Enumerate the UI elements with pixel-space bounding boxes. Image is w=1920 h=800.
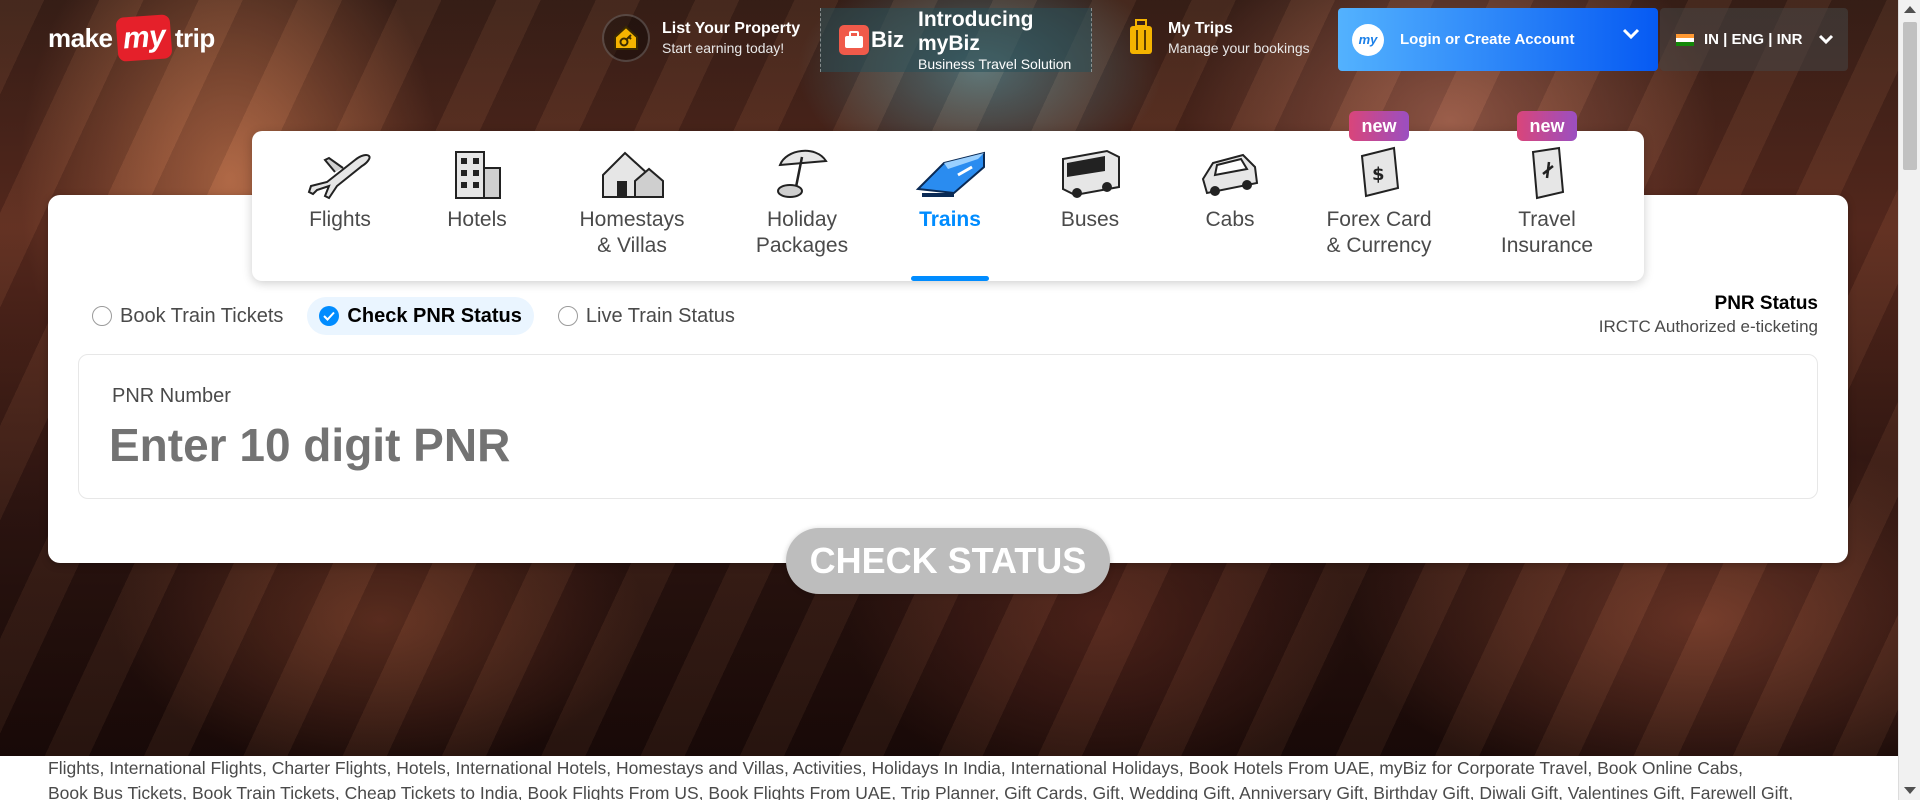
- radio-book-train-tickets[interactable]: Book Train Tickets: [80, 297, 295, 335]
- nav-label-cabs: Cabs: [1205, 208, 1255, 231]
- pnr-info-title: PNR Status: [1714, 293, 1818, 314]
- mybiz-badge-text: Biz: [871, 27, 904, 52]
- nav-label-trains: Trains: [919, 208, 981, 231]
- insurance-icon: [1525, 141, 1569, 205]
- radio-unchecked-icon: [92, 306, 112, 326]
- mybiz-link[interactable]: Biz Introducing myBiz Business Travel So…: [820, 8, 1092, 72]
- my-trips-link[interactable]: My Trips Manage your bookings: [1126, 10, 1310, 66]
- train-icon: [914, 141, 986, 205]
- nav-item-homestays[interactable]: Homestays & Villas: [557, 131, 707, 281]
- logo-text-my: my: [115, 14, 173, 62]
- pnr-input-box[interactable]: PNR Number: [78, 354, 1818, 499]
- footer-links: Flights, International Flights, Charter …: [0, 756, 1898, 800]
- nav-label-forex: Forex Card & Currency: [1326, 208, 1432, 257]
- airplane-icon: [307, 141, 373, 205]
- list-property-link[interactable]: List Your Property Start earning today!: [602, 10, 800, 66]
- nav-label-hotels: Hotels: [447, 208, 507, 231]
- radio-check-pnr-status[interactable]: Check PNR Status: [307, 297, 534, 335]
- building-icon: [450, 141, 504, 205]
- radio-label-book: Book Train Tickets: [120, 304, 284, 327]
- nav-label-buses: Buses: [1060, 208, 1120, 231]
- briefcase-icon: [839, 25, 869, 55]
- nav-item-hotels[interactable]: Hotels: [417, 131, 537, 281]
- locale-selector[interactable]: IN | ENG | INR: [1660, 8, 1848, 71]
- scroll-up-arrow-icon[interactable]: [1904, 6, 1916, 13]
- product-nav: Flights Hotels Homestays & Villas Holida…: [252, 111, 1644, 281]
- locale-label: IN | ENG | INR: [1704, 31, 1803, 48]
- my-trips-title: My Trips: [1168, 20, 1233, 37]
- train-option-group: Book Train Tickets Check PNR Status Live…: [80, 296, 747, 336]
- pnr-info-subtitle: IRCTC Authorized e-ticketing: [1598, 317, 1818, 336]
- key-house-icon: [602, 14, 650, 62]
- pnr-field-label: PNR Number: [112, 385, 231, 407]
- bus-icon: [1057, 141, 1123, 205]
- suitcase-icon: [1126, 14, 1156, 62]
- nav-label-homestays: Homestays & Villas: [579, 208, 685, 257]
- login-label: Login or Create Account: [1400, 31, 1575, 48]
- radio-unchecked-icon: [557, 306, 578, 326]
- mybiz-subtitle: Business Travel Solution: [918, 56, 1072, 72]
- mmt-avatar-icon: my: [1352, 23, 1384, 56]
- page-scrollbar[interactable]: [1898, 0, 1920, 800]
- scrollbar-thumb[interactable]: [1903, 22, 1917, 170]
- india-flag-icon: [1676, 33, 1694, 46]
- radio-live-train-status[interactable]: Live Train Status: [546, 297, 747, 335]
- makemytrip-logo[interactable]: make my trip: [48, 12, 215, 64]
- footer-links-line-2[interactable]: Book Bus Tickets, Book Train Tickets, Ch…: [48, 781, 1868, 800]
- mybiz-logo: Biz: [839, 25, 904, 55]
- svg-text:$: $: [1372, 164, 1385, 185]
- nav-label-holiday-packages: Holiday Packages: [755, 208, 849, 257]
- radio-label-live: Live Train Status: [585, 304, 735, 327]
- scroll-down-arrow-icon[interactable]: [1904, 787, 1916, 794]
- pnr-info: PNR Status IRCTC Authorized e-ticketing: [1599, 292, 1818, 338]
- radio-label-pnr: Check PNR Status: [347, 304, 522, 327]
- umbrella-icon: [772, 141, 832, 205]
- nav-item-cabs[interactable]: Cabs: [1170, 131, 1290, 281]
- forex-card-icon: $: [1354, 141, 1404, 205]
- nav-label-flights: Flights: [309, 208, 371, 231]
- radio-checked-icon: [319, 306, 340, 326]
- logo-text-trip: trip: [174, 22, 215, 53]
- nav-item-forex[interactable]: new $ Forex Card & Currency: [1314, 111, 1444, 281]
- chevron-down-icon: [1622, 28, 1640, 40]
- house-icon: [599, 141, 665, 205]
- list-property-subtitle: Start earning today!: [662, 40, 785, 56]
- mybiz-title: Introducing myBiz: [918, 8, 1034, 55]
- nav-item-trains[interactable]: Trains: [900, 131, 1000, 281]
- nav-item-flights[interactable]: Flights: [280, 131, 400, 281]
- check-status-button[interactable]: CHECK STATUS: [786, 528, 1110, 594]
- login-button[interactable]: my Login or Create Account: [1338, 8, 1658, 71]
- list-property-title: List Your Property: [662, 20, 801, 37]
- pnr-input[interactable]: [109, 413, 1769, 477]
- my-trips-subtitle: Manage your bookings: [1168, 40, 1310, 56]
- chevron-down-icon: [1819, 34, 1834, 44]
- new-badge: new: [1517, 111, 1577, 141]
- logo-text-make: make: [48, 22, 113, 53]
- nav-item-buses[interactable]: Buses: [1030, 131, 1150, 281]
- active-tab-indicator: [911, 276, 989, 281]
- footer-links-line-1[interactable]: Flights, International Flights, Charter …: [48, 756, 1868, 781]
- nav-label-travel-insurance: Travel Insurance: [1500, 208, 1594, 257]
- nav-item-travel-insurance[interactable]: new Travel Insurance: [1492, 111, 1602, 281]
- car-icon: [1199, 141, 1261, 205]
- nav-item-holiday-packages[interactable]: Holiday Packages: [722, 131, 882, 281]
- new-badge: new: [1349, 111, 1409, 141]
